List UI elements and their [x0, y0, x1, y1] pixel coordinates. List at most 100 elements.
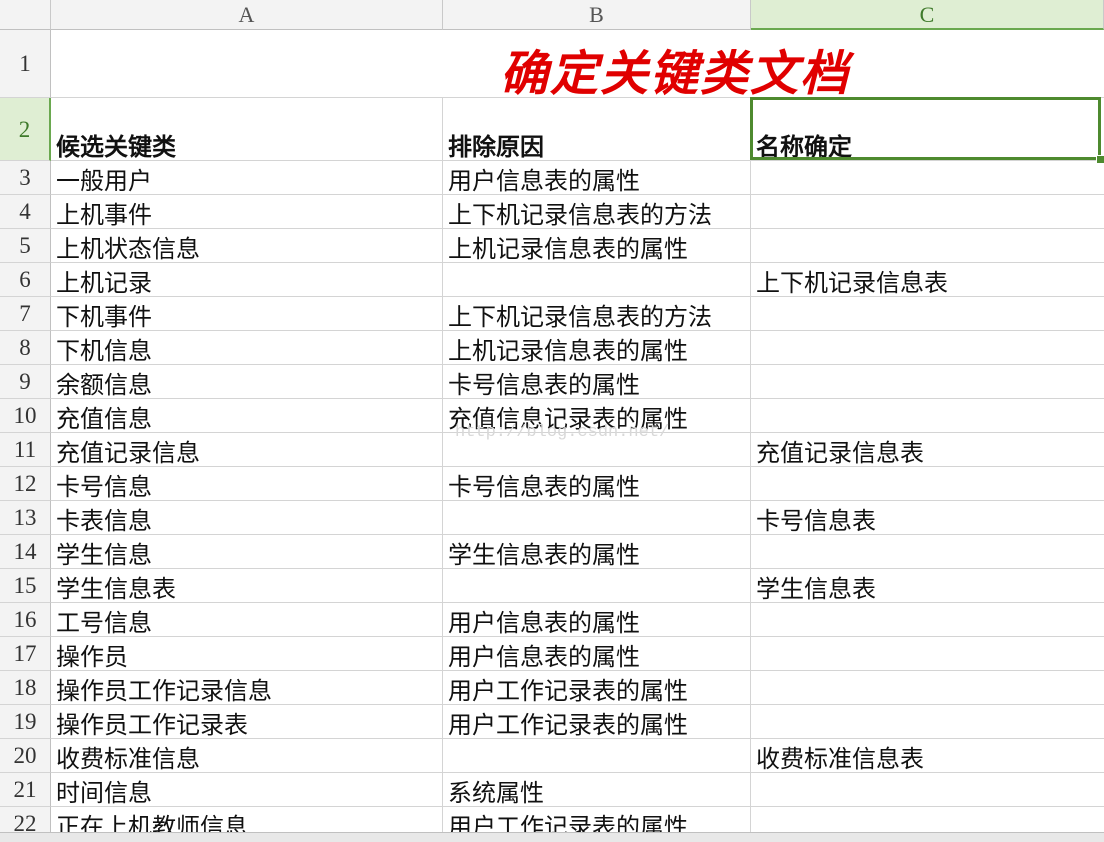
cell-c[interactable] — [751, 705, 1104, 739]
cell-a[interactable]: 学生信息 — [51, 535, 443, 569]
header-candidate-class: 候选关键类 — [56, 133, 176, 161]
row-header[interactable]: 9 — [0, 365, 51, 399]
cell-text: 上机状态信息 — [56, 235, 200, 263]
cell-c[interactable] — [751, 161, 1104, 195]
cell-c[interactable] — [751, 671, 1104, 705]
cell-a[interactable]: 上机状态信息 — [51, 229, 443, 263]
row-header[interactable]: 12 — [0, 467, 51, 501]
cell-c[interactable]: 充值记录信息表 — [751, 433, 1104, 467]
cell-a[interactable]: 上机记录 — [51, 263, 443, 297]
cell-a[interactable]: 收费标准信息 — [51, 739, 443, 773]
row-header[interactable]: 1 — [0, 30, 51, 98]
row-header[interactable]: 8 — [0, 331, 51, 365]
table-row: 6 上机记录 上下机记录信息表 — [0, 263, 1104, 297]
cell-a[interactable]: 卡表信息 — [51, 501, 443, 535]
cell-b[interactable]: 上机记录信息表的属性 — [443, 331, 751, 365]
row-header[interactable]: 13 — [0, 501, 51, 535]
row-header[interactable]: 3 — [0, 161, 51, 195]
row-header[interactable]: 7 — [0, 297, 51, 331]
cell-b[interactable]: 上机记录信息表的属性 — [443, 229, 751, 263]
column-header-c[interactable]: C — [751, 0, 1104, 30]
row-header[interactable]: 11 — [0, 433, 51, 467]
cell-text: 操作员 — [56, 643, 128, 671]
cell-b[interactable] — [443, 501, 751, 535]
column-header-b[interactable]: B — [443, 0, 751, 30]
row-header[interactable]: 16 — [0, 603, 51, 637]
cell-b[interactable]: 用户信息表的属性 — [443, 161, 751, 195]
row-header[interactable]: 18 — [0, 671, 51, 705]
cell-c[interactable] — [751, 467, 1104, 501]
row-header[interactable]: 19 — [0, 705, 51, 739]
cell-text: 系统属性 — [448, 779, 544, 807]
cell-c[interactable] — [751, 365, 1104, 399]
spreadsheet-grid: A B C 1 确定关键类文档 2 候选关键类 排除原因 名称确定 3 一般用户用… — [0, 0, 1104, 842]
cell-a[interactable]: 学生信息表 — [51, 569, 443, 603]
table-row: 3 一般用户 用户信息表的属性 — [0, 161, 1104, 195]
cell-a[interactable]: 充值记录信息 — [51, 433, 443, 467]
row-header[interactable]: 14 — [0, 535, 51, 569]
row-header[interactable]: 10 — [0, 399, 51, 433]
cell-c[interactable] — [751, 603, 1104, 637]
cell-a[interactable]: 下机事件 — [51, 297, 443, 331]
table-row: 17 操作员 用户信息表的属性 — [0, 637, 1104, 671]
cell-text: 卡号信息 — [56, 473, 152, 501]
row-header[interactable]: 21 — [0, 773, 51, 807]
fill-handle[interactable] — [1096, 155, 1104, 164]
cell-text: 下机信息 — [56, 337, 152, 365]
cell-c[interactable]: 收费标准信息表 — [751, 739, 1104, 773]
cell-a2[interactable]: 候选关键类 — [51, 98, 443, 161]
cell-c[interactable]: 学生信息表 — [751, 569, 1104, 603]
cell-c[interactable] — [751, 637, 1104, 671]
cell-text: 上下机记录信息表的方法 — [448, 201, 712, 229]
cell-b[interactable] — [443, 739, 751, 773]
cell-b[interactable]: 卡号信息表的属性 — [443, 365, 751, 399]
cell-a[interactable]: 操作员工作记录信息 — [51, 671, 443, 705]
cell-c[interactable] — [751, 399, 1104, 433]
row-header[interactable]: 2 — [0, 98, 51, 161]
cell-c[interactable] — [751, 773, 1104, 807]
cell-b[interactable]: 系统属性 — [443, 773, 751, 807]
cell-c[interactable] — [751, 331, 1104, 365]
table-row: 14 学生信息 学生信息表的属性 — [0, 535, 1104, 569]
cell-text: 收费标准信息表 — [756, 745, 924, 773]
cell-b[interactable]: 学生信息表的属性 — [443, 535, 751, 569]
cell-b[interactable]: 卡号信息表的属性 — [443, 467, 751, 501]
row-header[interactable]: 15 — [0, 569, 51, 603]
cell-b[interactable]: 用户信息表的属性 — [443, 637, 751, 671]
cell-c[interactable] — [751, 229, 1104, 263]
cell-c[interactable]: 上下机记录信息表 — [751, 263, 1104, 297]
cell-a[interactable]: 操作员工作记录表 — [51, 705, 443, 739]
cell-b[interactable]: 用户工作记录表的属性 — [443, 705, 751, 739]
cell-a[interactable]: 卡号信息 — [51, 467, 443, 501]
cell-c[interactable] — [751, 535, 1104, 569]
cell-b[interactable]: 用户信息表的属性 — [443, 603, 751, 637]
cell-a[interactable]: 上机事件 — [51, 195, 443, 229]
table-row: 16 工号信息 用户信息表的属性 — [0, 603, 1104, 637]
cell-a[interactable]: 充值信息 — [51, 399, 443, 433]
cell-text: 用户工作记录表的属性 — [448, 711, 688, 739]
select-all-corner[interactable] — [0, 0, 51, 30]
row-header[interactable]: 17 — [0, 637, 51, 671]
cell-b[interactable]: 上下机记录信息表的方法 — [443, 297, 751, 331]
cell-text: 充值记录信息表 — [756, 439, 924, 467]
cell-c[interactable] — [751, 297, 1104, 331]
cell-b[interactable] — [443, 569, 751, 603]
cell-a[interactable]: 下机信息 — [51, 331, 443, 365]
row-header[interactable]: 20 — [0, 739, 51, 773]
column-header-a[interactable]: A — [51, 0, 443, 30]
cell-a[interactable]: 工号信息 — [51, 603, 443, 637]
cell-a[interactable]: 余额信息 — [51, 365, 443, 399]
cell-b[interactable]: 上下机记录信息表的方法 — [443, 195, 751, 229]
cell-b[interactable] — [443, 263, 751, 297]
cell-c[interactable] — [751, 195, 1104, 229]
table-row: 4 上机事件 上下机记录信息表的方法 — [0, 195, 1104, 229]
cell-a[interactable]: 一般用户 — [51, 161, 443, 195]
cell-c[interactable]: 卡号信息表 — [751, 501, 1104, 535]
cell-a[interactable]: 操作员 — [51, 637, 443, 671]
row-header[interactable]: 5 — [0, 229, 51, 263]
row-header[interactable]: 4 — [0, 195, 51, 229]
cell-b[interactable]: 用户工作记录表的属性 — [443, 671, 751, 705]
row-header[interactable]: 6 — [0, 263, 51, 297]
cell-a[interactable]: 时间信息 — [51, 773, 443, 807]
cell-b2[interactable]: 排除原因 — [443, 98, 751, 161]
